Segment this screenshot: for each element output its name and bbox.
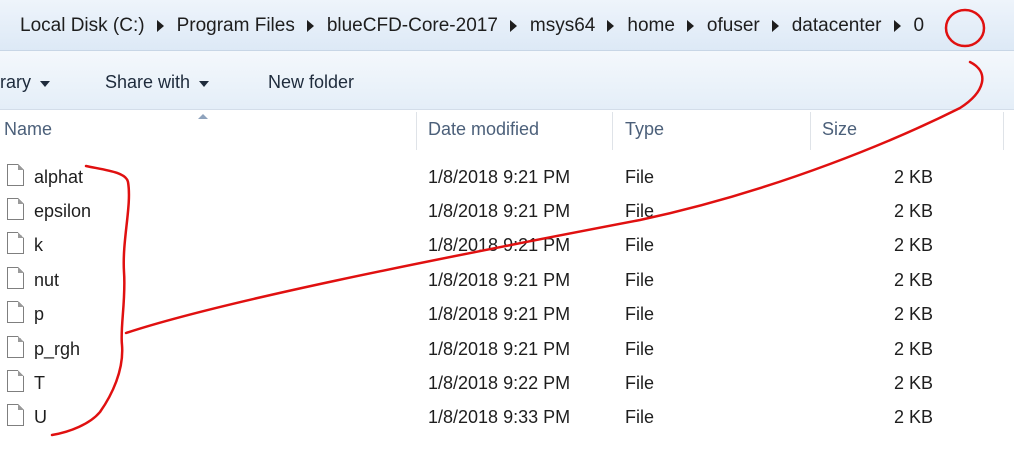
file-type: File bbox=[625, 339, 655, 359]
breadcrumb-chevron-icon[interactable] bbox=[893, 20, 901, 32]
file-icon bbox=[7, 232, 24, 254]
breadcrumb-chevron-icon[interactable] bbox=[686, 20, 694, 32]
file-row[interactable]: k 1/8/2018 9:21 PM File 2 KB bbox=[0, 228, 1014, 262]
sort-ascending-icon bbox=[198, 114, 208, 119]
column-header-row: Name Date modified Type Size bbox=[0, 110, 1014, 150]
column-divider[interactable] bbox=[612, 112, 613, 150]
breadcrumb: Local Disk (C:) Program Files blueCFD-Co… bbox=[18, 13, 926, 39]
file-name: T bbox=[34, 373, 45, 393]
include-in-library-label: rary bbox=[0, 72, 31, 92]
file-size: 2 KB bbox=[893, 167, 933, 187]
file-icon bbox=[7, 267, 24, 289]
breadcrumb-bluecfd[interactable]: blueCFD-Core-2017 bbox=[325, 15, 500, 37]
file-row[interactable]: alphat 1/8/2018 9:21 PM File 2 KB bbox=[0, 160, 1014, 194]
column-header-date-modified[interactable]: Date modified bbox=[428, 119, 539, 140]
file-icon bbox=[7, 301, 24, 323]
new-folder-button[interactable]: New folder bbox=[268, 72, 354, 93]
file-name: alphat bbox=[34, 167, 84, 187]
file-type: File bbox=[625, 270, 655, 290]
breadcrumb-zero[interactable]: 0 bbox=[912, 15, 927, 37]
breadcrumb-datacenter[interactable]: datacenter bbox=[790, 15, 884, 37]
file-size: 2 KB bbox=[893, 304, 933, 324]
chevron-down-icon bbox=[199, 80, 210, 87]
column-divider[interactable] bbox=[810, 112, 811, 150]
breadcrumb-chevron-icon[interactable] bbox=[306, 20, 314, 32]
file-name: k bbox=[34, 235, 43, 255]
file-date: 1/8/2018 9:21 PM bbox=[428, 167, 571, 187]
column-divider[interactable] bbox=[416, 112, 417, 150]
file-date: 1/8/2018 9:22 PM bbox=[428, 373, 571, 393]
breadcrumb-ofuser[interactable]: ofuser bbox=[705, 15, 762, 37]
file-row[interactable]: p_rgh 1/8/2018 9:21 PM File 2 KB bbox=[0, 332, 1014, 366]
file-name: nut bbox=[34, 270, 60, 290]
breadcrumb-chevron-icon[interactable] bbox=[156, 20, 164, 32]
column-divider[interactable] bbox=[1003, 112, 1004, 150]
file-size: 2 KB bbox=[893, 339, 933, 359]
file-icon bbox=[7, 370, 24, 392]
breadcrumb-chevron-icon[interactable] bbox=[607, 20, 615, 32]
file-icon bbox=[7, 404, 24, 426]
file-type: File bbox=[625, 373, 655, 393]
file-size: 2 KB bbox=[893, 201, 933, 221]
file-icon bbox=[7, 336, 24, 358]
file-type: File bbox=[625, 235, 655, 255]
breadcrumb-home[interactable]: home bbox=[625, 15, 677, 37]
file-icon bbox=[7, 164, 24, 186]
file-name: epsilon bbox=[34, 201, 92, 221]
file-type: File bbox=[625, 304, 655, 324]
file-type: File bbox=[625, 407, 655, 427]
file-date: 1/8/2018 9:21 PM bbox=[428, 304, 571, 324]
file-name: U bbox=[34, 407, 47, 427]
file-date: 1/8/2018 9:21 PM bbox=[428, 235, 571, 255]
breadcrumb-chevron-icon[interactable] bbox=[771, 20, 779, 32]
file-name: p bbox=[34, 304, 45, 324]
breadcrumb-local-disk[interactable]: Local Disk (C:) bbox=[18, 15, 147, 37]
chevron-down-icon bbox=[40, 80, 50, 87]
file-date: 1/8/2018 9:21 PM bbox=[428, 201, 571, 221]
file-date: 1/8/2018 9:21 PM bbox=[428, 270, 571, 290]
file-date: 1/8/2018 9:33 PM bbox=[428, 407, 571, 427]
include-in-library-button[interactable]: rary bbox=[0, 72, 50, 93]
share-with-label: Share with bbox=[105, 72, 191, 92]
column-header-name[interactable]: Name bbox=[4, 119, 52, 140]
file-row[interactable]: U 1/8/2018 9:33 PM File 2 KB bbox=[0, 400, 1014, 434]
file-size: 2 KB bbox=[893, 270, 933, 290]
new-folder-label: New folder bbox=[268, 72, 355, 92]
file-row[interactable]: nut 1/8/2018 9:21 PM File 2 KB bbox=[0, 263, 1014, 297]
file-name: p_rgh bbox=[34, 339, 81, 359]
command-toolbar: rary Share with New folder bbox=[0, 51, 1014, 110]
share-with-button[interactable]: Share with bbox=[105, 72, 210, 93]
column-header-type[interactable]: Type bbox=[625, 119, 664, 140]
file-type: File bbox=[625, 201, 655, 221]
file-type: File bbox=[625, 167, 655, 187]
breadcrumb-msys64[interactable]: msys64 bbox=[528, 15, 597, 37]
file-icon bbox=[7, 198, 24, 220]
file-row[interactable]: p 1/8/2018 9:21 PM File 2 KB bbox=[0, 297, 1014, 331]
file-row[interactable]: epsilon 1/8/2018 9:21 PM File 2 KB bbox=[0, 194, 1014, 228]
address-bar[interactable]: Local Disk (C:) Program Files blueCFD-Co… bbox=[0, 0, 1014, 51]
file-date: 1/8/2018 9:21 PM bbox=[428, 339, 571, 359]
column-header-size[interactable]: Size bbox=[822, 119, 857, 140]
file-size: 2 KB bbox=[893, 407, 933, 427]
breadcrumb-chevron-icon[interactable] bbox=[509, 20, 517, 32]
file-size: 2 KB bbox=[893, 235, 933, 255]
file-size: 2 KB bbox=[893, 373, 933, 393]
file-row[interactable]: T 1/8/2018 9:22 PM File 2 KB bbox=[0, 366, 1014, 400]
breadcrumb-program-files[interactable]: Program Files bbox=[175, 15, 297, 37]
